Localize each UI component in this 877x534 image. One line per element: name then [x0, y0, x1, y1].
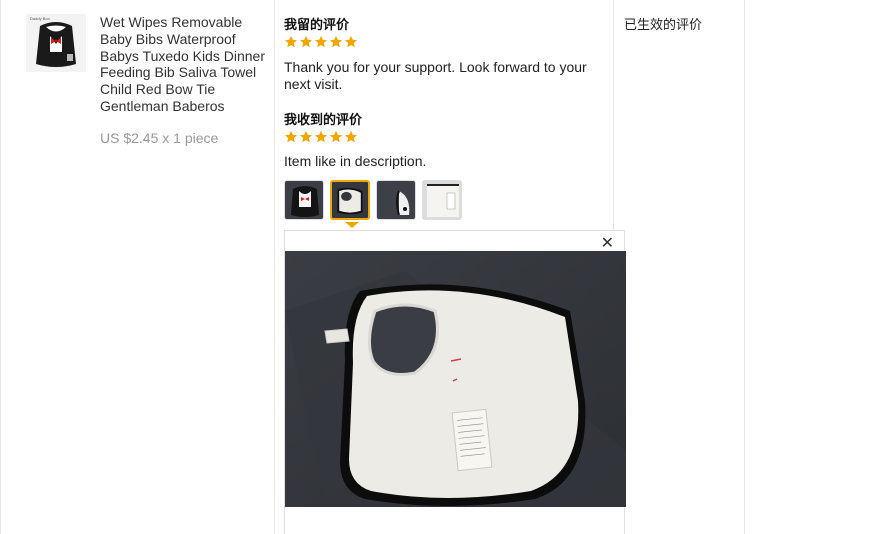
feedback-photo-thumb-2[interactable] — [330, 180, 370, 220]
active-photo-pointer — [345, 222, 359, 228]
product-thumbnail[interactable]: Daddy Boo — [26, 14, 86, 72]
photo-image — [285, 181, 323, 219]
svg-text:Daddy Boo: Daddy Boo — [30, 16, 51, 21]
left-feedback-heading: 我留的评价 — [284, 17, 350, 32]
divider-product — [274, 0, 275, 534]
divider-status — [744, 0, 745, 534]
left-feedback-text: Thank you for your support. Look forward… — [284, 59, 587, 92]
left-feedback-rating — [284, 35, 358, 49]
product-title[interactable]: Wet Wipes Removable Baby Bibs Waterproof… — [100, 14, 268, 115]
divider-left — [0, 0, 1, 534]
photo-image — [332, 182, 368, 218]
star-icon — [284, 130, 298, 143]
feedback-row: Daddy Boo Wet Wipes Removable Baby Bibs … — [0, 0, 877, 534]
photo-preview-image[interactable] — [285, 251, 626, 507]
photo-image — [423, 181, 461, 219]
feedback-status: 已生效的评价 — [624, 17, 703, 32]
feedback-photo-strip — [284, 180, 462, 220]
star-icon — [314, 130, 328, 143]
star-icon — [329, 130, 343, 143]
received-feedback-rating — [284, 130, 358, 144]
product-price: US $2.45 x 1 piece — [100, 130, 219, 146]
star-icon — [314, 35, 328, 48]
feedback-photo-thumb-1[interactable] — [284, 180, 324, 220]
star-icon — [344, 35, 358, 48]
feedback-photo-thumb-4[interactable] — [422, 180, 462, 220]
feedback-photo-thumb-3[interactable] — [376, 180, 416, 220]
star-icon — [299, 130, 313, 143]
photo-preview-panel: ✕ — [284, 230, 626, 534]
star-icon — [299, 35, 313, 48]
bib-image: Daddy Boo — [26, 14, 86, 72]
bib-photo — [285, 251, 626, 507]
received-feedback-text: Item like in description. — [284, 153, 427, 169]
star-icon — [284, 35, 298, 48]
received-feedback-heading: 我收到的评价 — [284, 112, 363, 127]
star-icon — [344, 130, 358, 143]
star-icon — [329, 35, 343, 48]
photo-image — [377, 181, 415, 219]
